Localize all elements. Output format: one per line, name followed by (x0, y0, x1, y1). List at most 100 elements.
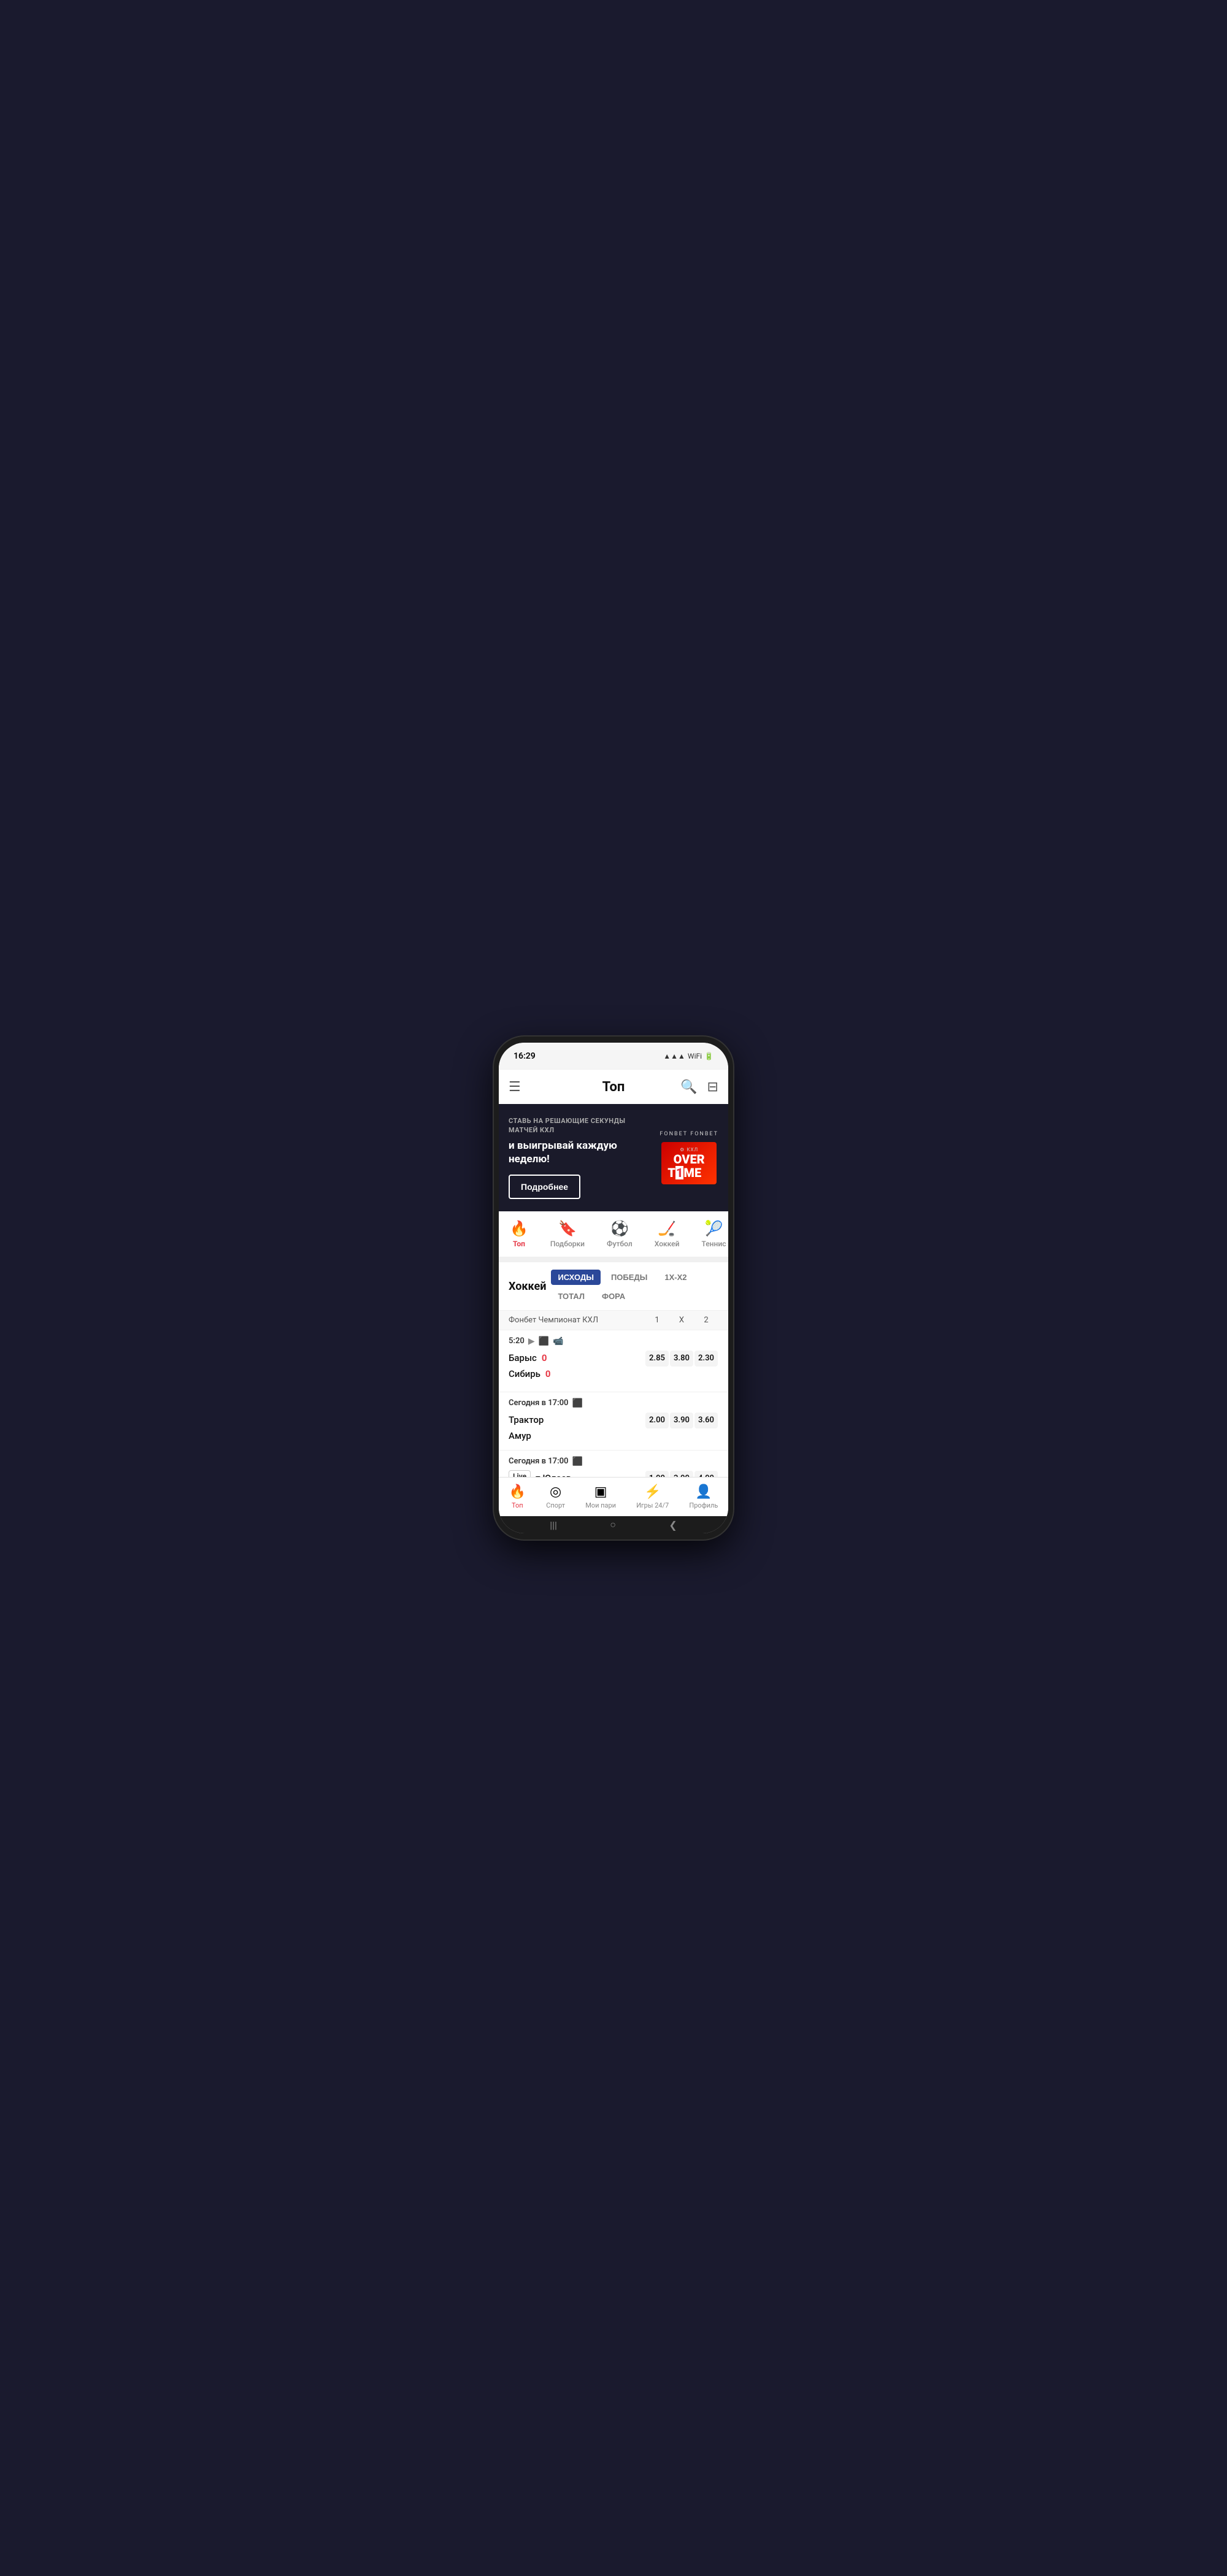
stats-icon-2: ⬛ (572, 1398, 583, 1408)
match-time-row-2: Сегодня в 17:00 ⬛ (509, 1398, 718, 1408)
banner-logo: FONBET FONBET ⚙ КХЛ OVER T 1 ME (660, 1131, 718, 1184)
sport-item-hockey[interactable]: 🏒 Хоккей (644, 1216, 691, 1252)
tab-fora[interactable]: ФОРА (595, 1289, 632, 1304)
odd-1-3[interactable]: 1.90 (645, 1471, 669, 1477)
sports-nav: 🔥 Топ 🔖 Подборки ⚽ Футбол 🏒 Хоккей 🎾 (499, 1211, 728, 1257)
nav-item-profile[interactable]: 👤 Профиль (684, 1482, 723, 1512)
odd-2-3[interactable]: 4.00 (694, 1471, 718, 1477)
banner-button[interactable]: Подробнее (509, 1175, 580, 1199)
team-name-barys: Барыс (509, 1352, 537, 1363)
team-name-ufa: т Юлаев (536, 1473, 571, 1477)
sport-item-picks[interactable]: 🔖 Подборки (539, 1216, 596, 1252)
tab-total[interactable]: ТОТАЛ (551, 1289, 591, 1304)
live-teams-3: Live т Юлаев сталь (509, 1470, 645, 1477)
team-row-3a: т Юлаев (536, 1470, 645, 1477)
tab-wins[interactable]: ПОБЕДЫ (604, 1270, 654, 1285)
banner-text: СТАВЬ НА РЕШАЮЩИЕ СЕКУНДЫ МАТЧЕЙ КХЛ и в… (509, 1116, 652, 1199)
nav-sport-label: Спорт (546, 1501, 565, 1509)
picks-label: Подборки (550, 1240, 585, 1248)
phone-frame: 16:29 ▲▲▲ WiFi 🔋 ☰ Топ 🔍 ⊟ СТАВЬ НА РЕША… (494, 1037, 733, 1539)
picks-icon: 🔖 (558, 1220, 577, 1237)
app-header: ☰ Топ 🔍 ⊟ (499, 1070, 728, 1104)
team-name-traktor: Трактор (509, 1414, 544, 1425)
tennis-label: Теннис (701, 1240, 726, 1248)
match-row-2: Сегодня в 17:00 ⬛ Трактор Амур (499, 1392, 728, 1451)
match-teams-odds-2: Трактор Амур 2.00 3.90 3.60 (509, 1412, 718, 1444)
bottom-nav: 🔥 Топ ◎ Спорт ▣ Мои пари ⚡ Игры 24/7 👤 П… (499, 1477, 728, 1516)
sport-item-top[interactable]: 🔥 Топ (499, 1216, 539, 1252)
match-time-row-1: 5:20 ▶ ⬛ 📹 (509, 1336, 718, 1346)
sport-item-football[interactable]: ⚽ Футбол (596, 1216, 644, 1252)
odds-3: 1.90 3.90 4.00 (645, 1470, 718, 1477)
team-name-sibir: Сибирь (509, 1368, 540, 1379)
match-time-3: Сегодня в 17:00 (509, 1457, 569, 1466)
status-bar: 16:29 ▲▲▲ WiFi 🔋 (499, 1043, 728, 1070)
nav-mybets-label: Мои пари (585, 1501, 616, 1509)
score-barys: 0 (542, 1352, 547, 1363)
stats-icon-3: ⬛ (572, 1457, 583, 1466)
banner-subtitle: и выигрывай каждую неделю! (509, 1139, 652, 1166)
match-time-row-3: Сегодня в 17:00 ⬛ (509, 1457, 718, 1466)
nav-games-icon: ⚡ (644, 1484, 661, 1500)
match-teams-3: т Юлаев сталь (536, 1470, 645, 1477)
search-icon[interactable]: 🔍 (680, 1079, 697, 1095)
menu-icon[interactable]: ☰ (509, 1079, 521, 1095)
odd-2-2[interactable]: 3.60 (694, 1413, 718, 1428)
odd-x-2[interactable]: 3.90 (670, 1413, 693, 1428)
col-headers: 1 Х 2 (645, 1316, 718, 1325)
team-row-2a: Трактор (509, 1412, 645, 1428)
col-2: 2 (694, 1316, 718, 1325)
tennis-icon: 🎾 (705, 1220, 723, 1237)
nav-item-top[interactable]: 🔥 Топ (504, 1482, 531, 1512)
top-label: Топ (513, 1240, 525, 1248)
section-title: Хоккей (509, 1280, 546, 1293)
nav-top-label: Топ (512, 1501, 523, 1509)
page-title: Топ (602, 1079, 625, 1095)
col-x: Х (669, 1316, 694, 1325)
nav-item-mybets[interactable]: ▣ Мои пари (580, 1482, 621, 1512)
tab-outcomes[interactable]: ИСХОДЫ (551, 1270, 601, 1285)
odd-x-3[interactable]: 3.90 (670, 1471, 693, 1477)
team-row-2b: Амур (509, 1428, 645, 1444)
nav-top-icon: 🔥 (509, 1484, 526, 1500)
sport-item-tennis[interactable]: 🎾 Теннис (690, 1216, 728, 1252)
tab-1x2[interactable]: 1Х-Х2 (658, 1270, 693, 1285)
nav-item-sport[interactable]: ◎ Спорт (541, 1482, 570, 1512)
team-row-1a: Барыс 0 (509, 1350, 645, 1366)
nav-mybets-icon: ▣ (594, 1484, 607, 1500)
top-icon: 🔥 (510, 1220, 528, 1237)
stats-icon-1: ⬛ (539, 1336, 549, 1346)
status-time: 16:29 (513, 1051, 536, 1061)
status-icons: ▲▲▲ WiFi 🔋 (663, 1052, 714, 1060)
football-icon: ⚽ (610, 1220, 629, 1237)
nav-item-games[interactable]: ⚡ Игры 24/7 (631, 1482, 674, 1512)
match-row-1: 5:20 ▶ ⬛ 📹 Барыс 0 Сибирь (499, 1330, 728, 1392)
match-time-2: Сегодня в 17:00 (509, 1398, 569, 1408)
section-header: Хоккей ИСХОДЫ ПОБЕДЫ 1Х-Х2 ТОТАЛ ФОРА (499, 1262, 728, 1310)
odds-2: 2.00 3.90 3.60 (645, 1412, 718, 1429)
android-recents[interactable]: ||| (550, 1519, 557, 1531)
odd-2-1[interactable]: 2.30 (694, 1351, 718, 1367)
fonbet-label: FONBET FONBET (660, 1131, 718, 1137)
time-text: T 1 ME (667, 1166, 710, 1179)
match-time-1: 5:20 (509, 1336, 525, 1346)
odd-1-1[interactable]: 2.85 (645, 1351, 669, 1367)
odds-1: 2.85 3.80 2.30 (645, 1350, 718, 1386)
league-row: Фонбет Чемпионат КХЛ 1 Х 2 (499, 1310, 728, 1330)
team-name-amur: Амур (509, 1430, 531, 1441)
filter-icon[interactable]: ⊟ (707, 1079, 718, 1095)
odd-x-1[interactable]: 3.80 (670, 1351, 693, 1367)
odd-1-2[interactable]: 2.00 (645, 1413, 669, 1428)
match-teams-odds-1: Барыс 0 Сибирь 0 2.85 3.80 (509, 1350, 718, 1386)
team-row-1b: Сибирь 0 (509, 1366, 645, 1382)
android-nav-bar: ||| ○ ❮ (499, 1516, 728, 1533)
match-teams-odds-3: Live т Юлаев сталь 1.90 (509, 1470, 718, 1477)
battery-icon: 🔋 (704, 1052, 714, 1060)
nav-sport-icon: ◎ (550, 1484, 561, 1500)
signal-icon: ▲▲▲ (663, 1052, 685, 1060)
android-back[interactable]: ❮ (669, 1519, 677, 1531)
header-actions: 🔍 ⊟ (680, 1079, 718, 1095)
android-home[interactable]: ○ (610, 1519, 616, 1531)
nav-profile-icon: 👤 (695, 1484, 712, 1500)
hockey-section: Хоккей ИСХОДЫ ПОБЕДЫ 1Х-Х2 ТОТАЛ ФОРА Фо… (499, 1262, 728, 1477)
